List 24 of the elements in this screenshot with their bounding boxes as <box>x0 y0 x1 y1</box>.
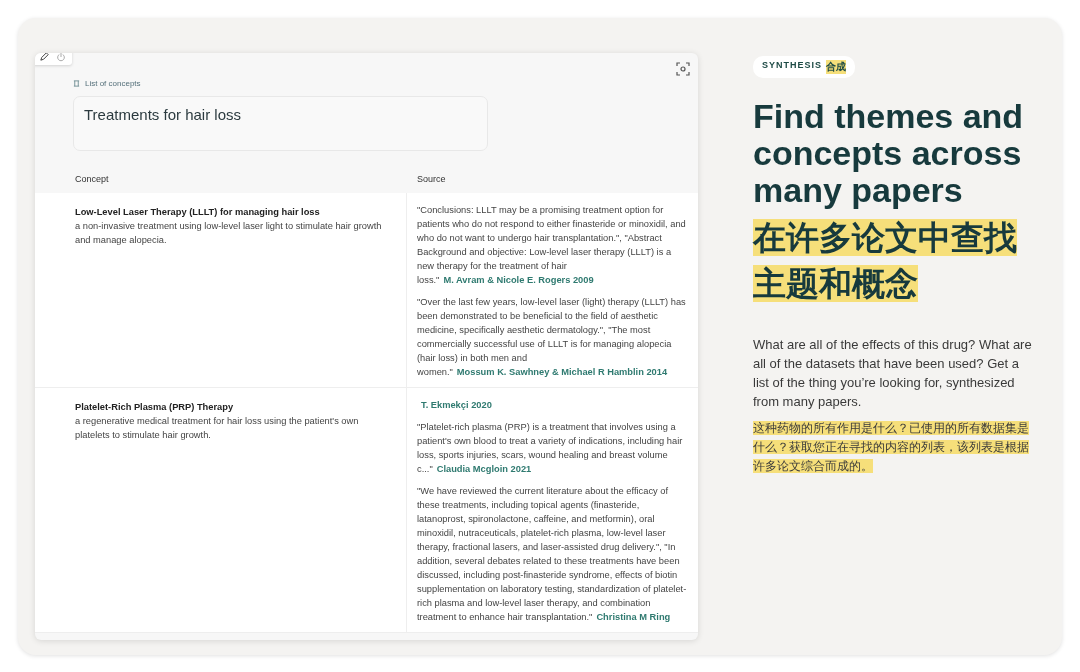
headline-chinese: 在许多论文中查找主题和概念 <box>753 218 1018 304</box>
concept-title: Platelet-Rich Plasma (PRP) Therapy <box>75 401 235 414</box>
source-quote: "Conclusions: LLLT may be a promising treatment option for patients who do not respond to either finasteride or minoxidil, and who do not want to undergo hair transplantation.", "Abstract Background and objective: Low-level laser therapy (LLLT) is a new therapy for the treatment of hair loss." M. Avram & Nicole E. Rogers 2009 <box>417 204 687 287</box>
author-link[interactable]: Mossum K. Sawhney & Michael R Hamblin 2014 <box>456 367 668 377</box>
source-quote: "Platelet-rich plasma (PRP) is a treatment that involves using a patient's own blood to treat a variety of indications, including hair loss, sports injuries, scars, wound healing and breast volume c..." Claudia Mcgloin 2021 <box>417 421 684 476</box>
source-quote: "Over the last few years, low-level laser (light) therapy (LLLT) has been demonstrated to be beneficial to the field of aesthetic medicine, specifically aesthetic dermatology.", "The most commercially successful use of LLLT is for managing alopecia (hair loss) in both men and women." Mossum K. Sawhney & Michael R Hamblin 2014 <box>417 296 687 379</box>
description-chinese: 这种药物的所有作用是什么？已使用的所有数据集是什么？获取您正在寻找的内容的列表，该列表是根据许多论文综合而成的。 <box>753 420 1030 475</box>
breadcrumb[interactable]: List of concepts <box>85 79 141 88</box>
author-link[interactable]: M. Avram & Nicole E. Rogers 2009 <box>443 275 594 285</box>
author-link[interactable]: Christina M Ring <box>596 612 671 622</box>
concept-title: Low-Level Laser Therapy (LLLT) for managing hair loss <box>75 206 321 219</box>
author-link[interactable]: T. Ekmekçi 2020 <box>421 400 492 410</box>
column-header: Source <box>416 174 447 184</box>
author-link[interactable]: Claudia Mcgloin 2021 <box>436 464 532 474</box>
query-field[interactable]: Treatments for hair loss <box>73 96 488 151</box>
column-header: Concept <box>74 174 110 184</box>
concept-description: a non-invasive treatment using low-level laser light to stimulate hair growth and manage alopecia. <box>75 220 383 247</box>
synthesis-badge: SYNTHESIS 合成 <box>753 56 855 78</box>
headline: Find themes and concepts across many papers <box>753 98 1025 209</box>
source-quote: "We have reviewed the current literature about the efficacy of these treatments, including topical agents (finasteride, latanoprost, spironolactone, caffeine, and metformin), oral minoxidil, nutraceuticals, platelet-rich plasma, low-level laser therapy, fractional lasers, and laser-assisted drug delivery.", "In addition, several debates related to these treatments have been discussed, including post-finasteride syndrome, effects of biotin supplementation on laboratory testing, standardization of platelet-rich plasma and low-level laser therapy, and combination treatment to enhance hair transplantation." Christina M Ring <box>417 485 688 624</box>
scan-icon[interactable] <box>676 62 690 76</box>
description: What are all of the effects of this drug? What are all of the datasets that have been used? Get a list of the thing you’re looking for, synthesized from many papers. <box>753 336 1033 411</box>
pencil-icon[interactable] <box>39 53 50 62</box>
concept-description: a regenerative medical treatment for hair loss using the patient's own platelets to stimulate hair growth. <box>75 415 360 442</box>
